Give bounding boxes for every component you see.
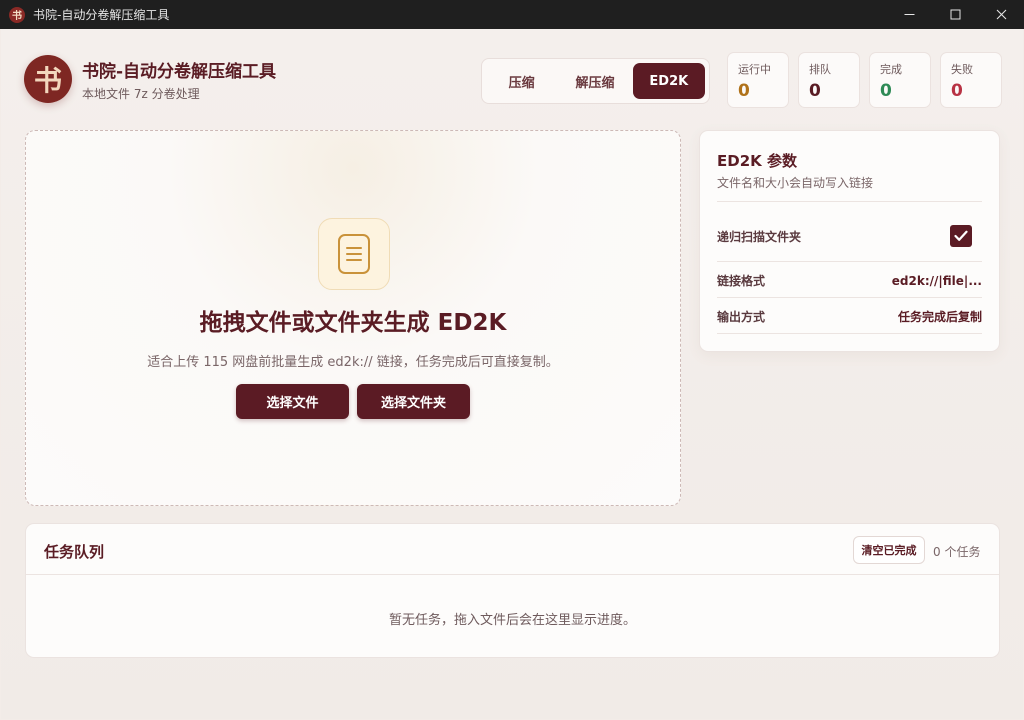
- stat-failed: 失败 0: [940, 52, 1002, 108]
- link-format-value: ed2k://|file|...: [891, 273, 982, 288]
- clear-completed-button[interactable]: 清空已完成: [853, 536, 925, 564]
- task-count: 0 个任务: [933, 545, 981, 559]
- stat-value: 0: [738, 81, 750, 101]
- maximize-button[interactable]: [932, 0, 978, 29]
- queue-title: 任务队列: [44, 543, 105, 561]
- tab-decompress[interactable]: 解压缩: [557, 63, 632, 99]
- drop-heading: 拖拽文件或文件夹生成 ED2K: [199, 310, 507, 336]
- close-button[interactable]: [978, 0, 1024, 29]
- recursive-checkbox[interactable]: [950, 225, 972, 247]
- output-value: 任务完成后复制: [897, 310, 982, 324]
- divider: [717, 297, 982, 298]
- output-label: 输出方式: [717, 310, 766, 324]
- params-subtitle: 文件名和大小会自动写入链接: [717, 176, 874, 190]
- document-icon: [318, 218, 390, 290]
- main-area: 书 书院-自动分卷解压缩工具 本地文件 7z 分卷处理 压缩 解压缩 ED2K …: [1, 29, 1023, 719]
- empty-state: 暂无任务，拖入文件后会在这里显示进度。: [388, 613, 636, 628]
- minimize-button[interactable]: [886, 0, 932, 29]
- app-subtitle: 本地文件 7z 分卷处理: [82, 86, 200, 101]
- divider: [717, 333, 982, 334]
- stat-label: 排队: [809, 63, 831, 76]
- stat-label: 完成: [880, 63, 902, 76]
- logo: 书: [24, 55, 72, 103]
- maximize-icon: [950, 9, 960, 20]
- mode-tabs: 压缩 解压缩 ED2K: [481, 58, 710, 104]
- drop-zone[interactable]: 拖拽文件或文件夹生成 ED2K 适合上传 115 网盘前批量生成 ed2k://…: [25, 130, 681, 506]
- checkmark-icon: [954, 230, 968, 241]
- stat-done: 完成 0: [869, 52, 931, 108]
- recursive-row: 递归扫描文件夹: [717, 225, 982, 247]
- select-file-button[interactable]: 选择文件: [236, 384, 349, 419]
- stat-running: 运行中 0: [727, 52, 789, 108]
- divider: [26, 574, 999, 575]
- title-bar: 书 书院-自动分卷解压缩工具: [0, 0, 1024, 29]
- app-title: 书院-自动分卷解压缩工具: [82, 61, 277, 82]
- app-icon: 书: [9, 6, 25, 23]
- link-format-row: 链接格式 ed2k://|file|...: [717, 272, 982, 289]
- select-folder-button[interactable]: 选择文件夹: [357, 384, 470, 419]
- divider: [717, 201, 982, 202]
- minimize-icon: [904, 14, 914, 15]
- drop-description: 适合上传 115 网盘前批量生成 ed2k:// 链接，任务完成后可直接复制。: [147, 355, 559, 370]
- stat-value: 0: [880, 81, 892, 101]
- close-icon: [996, 9, 1006, 20]
- output-row: 输出方式 任务完成后复制: [717, 308, 982, 325]
- tab-ed2k[interactable]: ED2K: [632, 63, 705, 99]
- window-title: 书院-自动分卷解压缩工具: [33, 8, 170, 22]
- stats-bar: 运行中 0 排队 0 完成 0 失败 0: [727, 52, 1002, 108]
- tab-compress[interactable]: 压缩: [486, 63, 557, 99]
- ed2k-params-panel: ED2K 参数 文件名和大小会自动写入链接 递归扫描文件夹 链接格式 ed2k:…: [699, 130, 1000, 352]
- stat-value: 0: [809, 81, 821, 101]
- brand: 书 书院-自动分卷解压缩工具 本地文件 7z 分卷处理: [24, 55, 276, 103]
- stat-label: 运行中: [738, 63, 771, 76]
- stat-value: 0: [951, 81, 963, 101]
- recursive-label: 递归扫描文件夹: [717, 229, 802, 244]
- link-format-label: 链接格式: [717, 274, 766, 288]
- window-controls: [886, 0, 1024, 29]
- stat-queued: 排队 0: [798, 52, 860, 108]
- task-queue: 任务队列 清空已完成 0 个任务 暂无任务，拖入文件后会在这里显示进度。: [25, 523, 1000, 658]
- params-title: ED2K 参数: [717, 152, 797, 170]
- divider: [717, 261, 982, 262]
- stat-label: 失败: [951, 63, 973, 76]
